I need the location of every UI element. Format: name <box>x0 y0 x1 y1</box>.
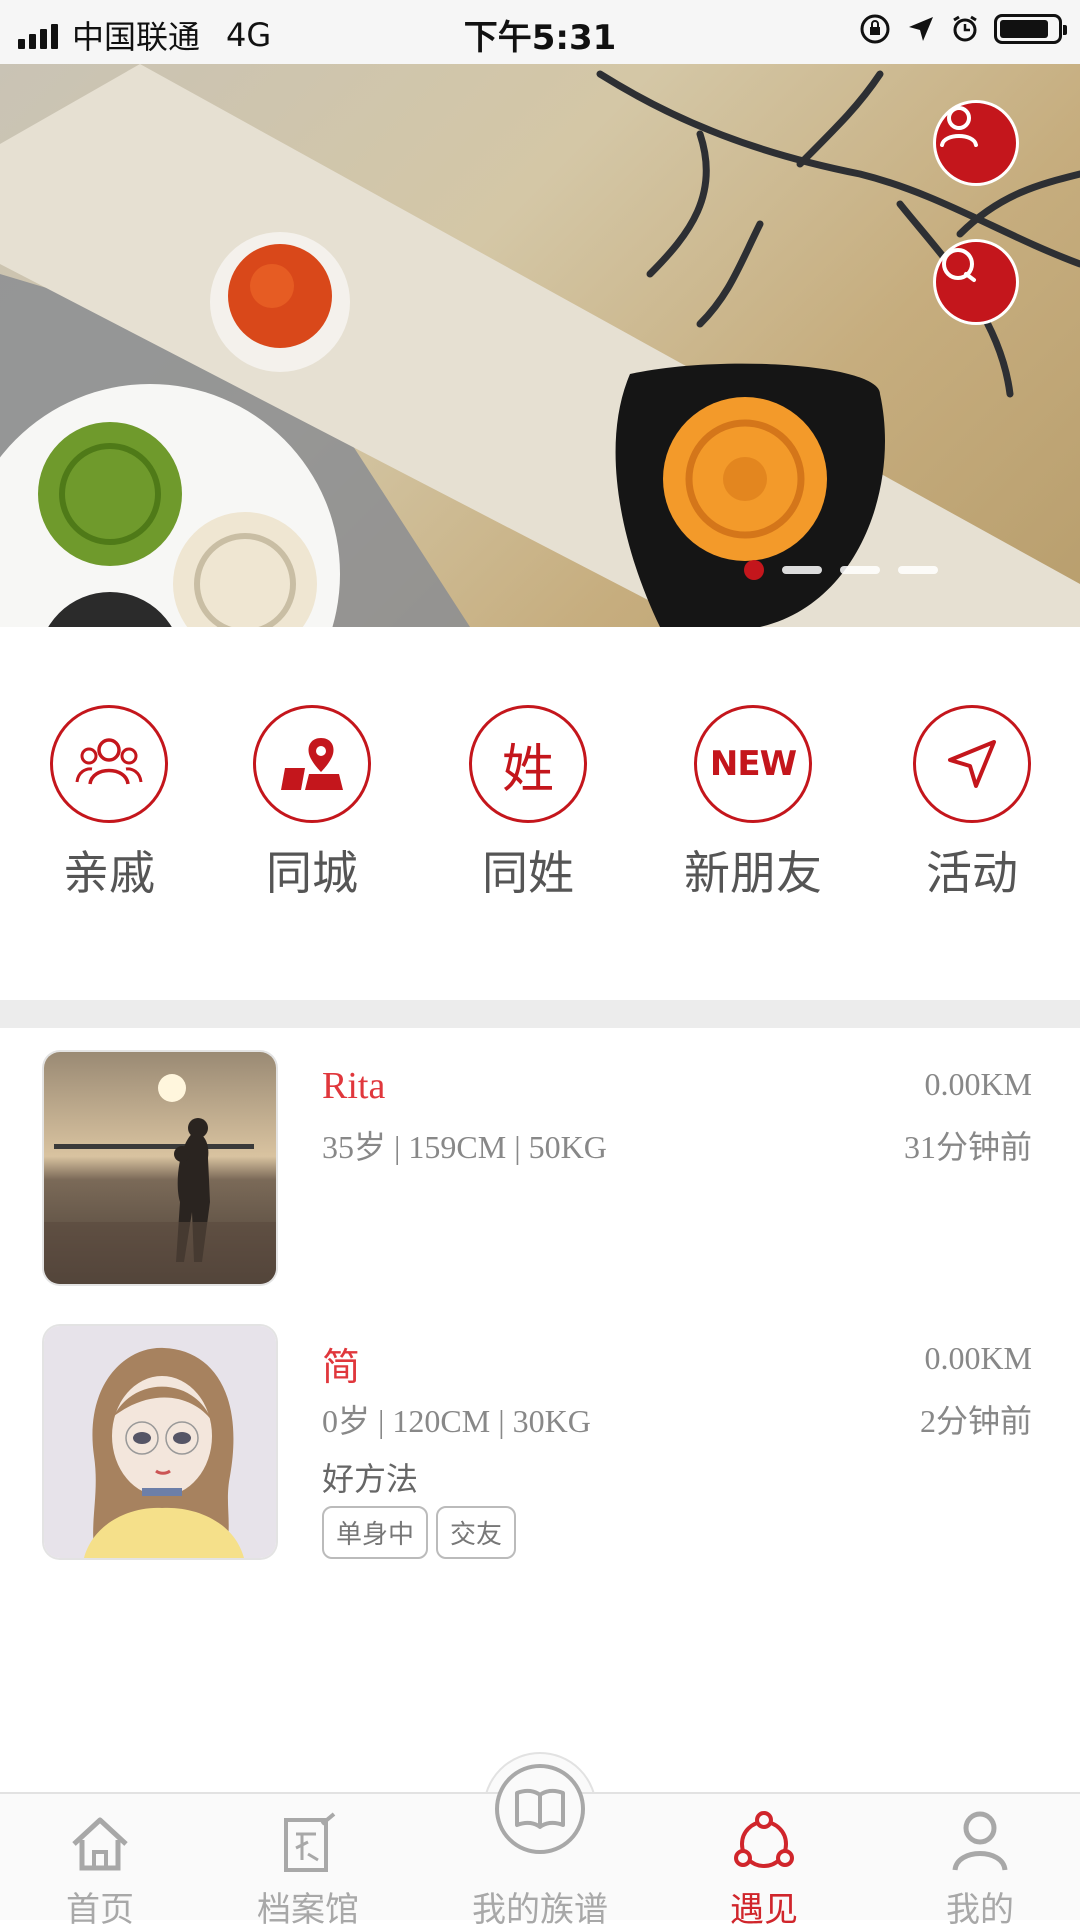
tab-label: 我的族谱 <box>472 1890 608 1930</box>
avatar[interactable] <box>44 1326 276 1558</box>
category-label: 亲戚 <box>63 846 155 900</box>
tab-meet[interactable]: 遇见 <box>664 1794 864 1931</box>
carousel-dot-active[interactable] <box>744 560 764 580</box>
category-label: 活动 <box>926 846 1018 900</box>
person-stats: 35岁 | 159CM | 50KG <box>322 1129 607 1165</box>
person-tags: 单身中 交友 <box>322 1506 517 1559</box>
person-bio: 好方法 <box>322 1460 419 1498</box>
battery-icon <box>994 14 1067 44</box>
category-same-surname[interactable]: 姓 同姓 <box>438 705 618 903</box>
relatives-icon <box>50 705 168 823</box>
tab-mine[interactable]: 我的 <box>880 1794 1080 1931</box>
category-relatives[interactable]: 亲戚 <box>19 705 199 903</box>
new-glyph: NEW <box>709 744 797 784</box>
banner-carousel[interactable] <box>0 64 1080 627</box>
tab-archive[interactable]: 档案馆 <box>208 1794 408 1931</box>
tag-single: 单身中 <box>322 1506 429 1559</box>
carousel-indicators[interactable] <box>744 560 938 580</box>
tab-label: 档案馆 <box>257 1890 359 1930</box>
category-activities[interactable]: 活动 <box>882 705 1062 903</box>
new-badge-icon: NEW <box>694 705 812 823</box>
status-bar: 中国联通 4G 下午5:31 <box>0 0 1080 64</box>
archive-icon <box>208 1794 408 1874</box>
category-label: 同姓 <box>482 846 574 900</box>
meet-icon <box>664 1794 864 1874</box>
tab-label: 首页 <box>66 1890 134 1930</box>
person-last-active: 31分钟前 <box>903 1129 1032 1165</box>
banner-image <box>0 64 1080 627</box>
carousel-dot[interactable] <box>782 566 822 574</box>
surname-icon: 姓 <box>469 705 587 823</box>
carousel-dot[interactable] <box>898 566 938 574</box>
section-divider <box>0 1000 1080 1028</box>
category-label: 同城 <box>266 846 358 900</box>
location-arrow-icon <box>909 17 933 41</box>
alarm-icon <box>953 15 977 42</box>
person-last-active: 2分钟前 <box>919 1403 1032 1439</box>
avatar[interactable] <box>44 1052 276 1284</box>
home-icon <box>0 1794 200 1874</box>
person-name[interactable]: 简 <box>322 1336 360 1391</box>
search-button[interactable] <box>933 239 1019 325</box>
book-icon <box>515 1788 565 1829</box>
orientation-lock-icon <box>860 14 890 44</box>
category-row: 亲戚 同城 姓 同姓 NEW 新朋友 活动 <box>0 705 1080 905</box>
search-icon <box>942 248 976 282</box>
category-new-friends[interactable]: NEW 新朋友 <box>663 705 843 903</box>
person-stats: 0岁 | 120CM | 30KG <box>322 1403 591 1439</box>
category-label: 新朋友 <box>684 846 822 900</box>
family-tree-center-button[interactable] <box>495 1764 585 1854</box>
profile-button[interactable] <box>933 100 1019 186</box>
list-item[interactable]: 简 0岁 | 120CM | 30KG 0.00KM 2分钟前 好方法 单身中 … <box>0 1326 1080 1566</box>
tab-label: 我的 <box>946 1890 1014 1930</box>
tab-home[interactable]: 首页 <box>0 1794 200 1931</box>
navigation-arrow-icon <box>913 705 1031 823</box>
tab-label: 遇见 <box>730 1890 798 1930</box>
profile-icon <box>880 1794 1080 1874</box>
person-name[interactable]: Rita <box>322 1064 385 1108</box>
surname-glyph: 姓 <box>501 739 554 800</box>
list-item[interactable]: Rita 35岁 | 159CM | 50KG 0.00KM 31分钟前 <box>0 1052 1080 1292</box>
tag-friendship: 交友 <box>436 1506 517 1559</box>
person-distance: 0.00KM <box>924 1066 1032 1102</box>
category-same-city[interactable]: 同城 <box>222 705 402 903</box>
person-distance: 0.00KM <box>924 1340 1032 1376</box>
carousel-dot[interactable] <box>840 566 880 574</box>
map-pin-icon <box>253 705 371 823</box>
user-icon <box>940 106 978 147</box>
